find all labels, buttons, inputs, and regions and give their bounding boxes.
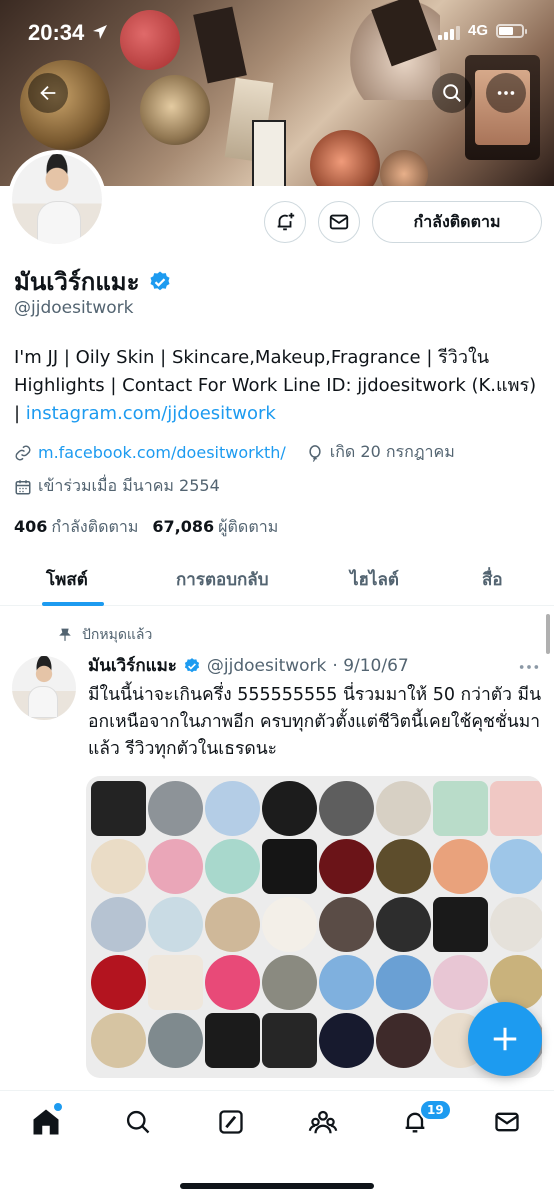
back-arrow-icon — [40, 85, 56, 101]
profile-handle: @jjdoesitwork — [14, 298, 134, 318]
tab-indicator — [42, 602, 104, 606]
link-icon — [15, 445, 31, 460]
tweet-more-icon[interactable] — [518, 660, 540, 674]
message-button[interactable] — [318, 201, 360, 243]
pinned-label-row: ปักหมุดแล้ว — [58, 624, 152, 646]
scrollbar[interactable] — [546, 614, 550, 654]
profile-avatar[interactable] — [8, 150, 106, 248]
mail-icon — [329, 214, 349, 230]
envelope-icon — [495, 1112, 519, 1132]
search-button[interactable] — [432, 73, 472, 113]
following-stat[interactable]: 406 กำลังติดตาม — [14, 515, 138, 540]
joined-row: เข้าร่วมเมื่อ มีนาคม 2554 — [14, 474, 220, 499]
profile-meta-row: m.facebook.com/doesitworkth/ เกิด 20 กรก… — [14, 440, 455, 465]
nav-messages[interactable] — [490, 1105, 524, 1139]
tab-posts[interactable]: โพสต์ — [46, 566, 88, 593]
more-button[interactable] — [486, 73, 526, 113]
battery-icon — [496, 24, 527, 38]
pin-icon — [59, 628, 71, 641]
search-icon — [443, 84, 461, 102]
tab-media[interactable]: สื่อ — [482, 566, 503, 593]
home-icon — [33, 1109, 59, 1135]
nav-grok[interactable] — [214, 1105, 248, 1139]
search-icon — [126, 1110, 150, 1134]
tab-replies[interactable]: การตอบกลับ — [176, 566, 269, 593]
tweet-date[interactable]: · 9/10/67 — [332, 656, 408, 676]
grok-icon — [219, 1110, 243, 1134]
status-bar: 20:34 4G — [0, 0, 554, 60]
followers-stat[interactable]: 67,086 ผู้ติดตาม — [152, 515, 278, 540]
website-link[interactable]: m.facebook.com/doesitworkth/ — [38, 443, 286, 462]
verified-icon[interactable] — [148, 270, 172, 294]
tab-highlights[interactable]: ไฮไลต์ — [350, 566, 399, 593]
home-indicator — [180, 1183, 374, 1189]
tweet-text: มีในนี้น่าจะเกินครึ่ง 555555555 นี่รวมมา… — [88, 685, 542, 759]
network-label: 4G — [468, 22, 489, 39]
pinned-label: ปักหมุดแล้ว — [82, 627, 153, 643]
status-time: 20:34 — [28, 20, 85, 45]
profile-stats: 406 กำลังติดตาม 67,086 ผู้ติดตาม — [14, 515, 278, 540]
tweet-author-name[interactable]: มันเวิร์กแมะ — [88, 652, 177, 679]
bottom-nav: 19 — [0, 1090, 554, 1200]
communities-icon — [308, 1110, 338, 1134]
signal-icon — [438, 26, 460, 40]
nav-search[interactable] — [121, 1105, 155, 1139]
tweet-author-handle[interactable]: @jjdoesitwork — [207, 656, 326, 676]
plus-icon — [493, 1027, 517, 1051]
more-icon — [497, 91, 515, 95]
back-button[interactable] — [28, 73, 68, 113]
notify-button[interactable] — [264, 201, 306, 243]
home-unread-dot — [54, 1103, 62, 1111]
following-button[interactable]: กำลังติดตาม — [372, 201, 542, 243]
compose-button[interactable] — [468, 1002, 542, 1076]
tweet-avatar[interactable] — [12, 656, 76, 720]
joined-date: เข้าร่วมเมื่อ มีนาคม 2554 — [38, 476, 220, 495]
bell-plus-icon — [277, 212, 295, 231]
profile-tabs: โพสต์ การตอบกลับ ไฮไลต์ สื่อ — [0, 552, 554, 606]
notification-badge: 19 — [419, 1099, 452, 1121]
profile-bio: I'm JJ | Oily Skin | Skincare,Makeup,Fra… — [14, 344, 544, 428]
bio-link[interactable]: instagram.com/jjdoesitwork — [26, 403, 276, 424]
birthday: เกิด 20 กรกฎาคม — [329, 442, 455, 461]
profile-name-row: มันเวิร์กแมะ — [14, 262, 172, 301]
location-icon — [93, 25, 107, 39]
balloon-icon — [309, 444, 321, 462]
profile-name: มันเวิร์กแมะ — [14, 268, 140, 296]
verified-icon — [184, 657, 200, 672]
calendar-icon — [15, 479, 31, 494]
tweet-header: มันเวิร์กแมะ @jjdoesitwork · 9/10/67 — [88, 652, 538, 679]
nav-communities[interactable] — [306, 1105, 340, 1139]
